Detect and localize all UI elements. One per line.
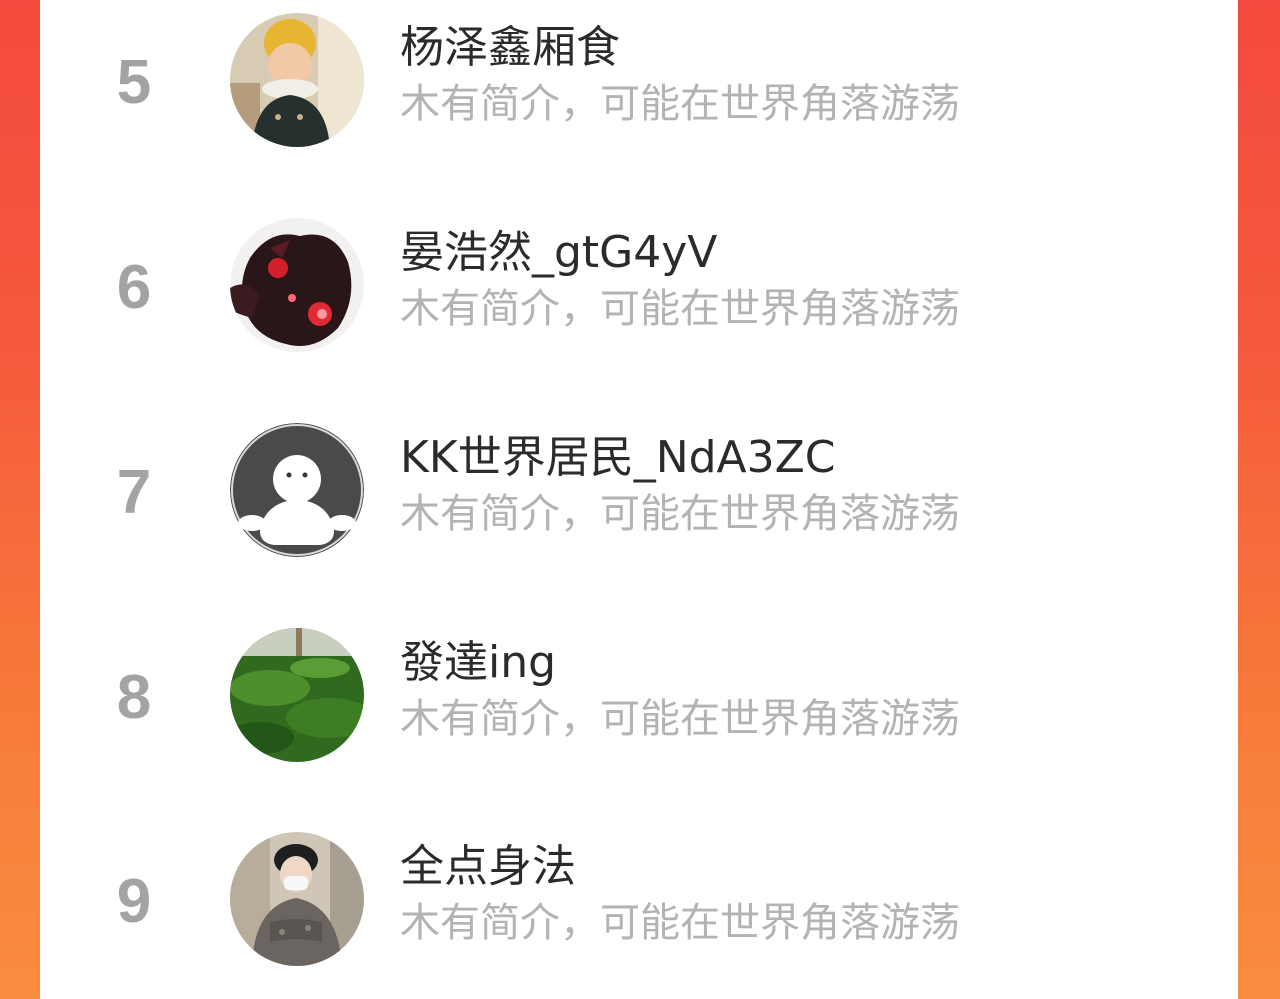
ranking-row[interactable]: 8 發達ing 木有简介，可能在世界角落游荡: [40, 615, 1238, 775]
user-name: 全点身法: [400, 841, 576, 892]
ranking-panel: 5 杨泽鑫厢食 木有简介，可能在世界角落游荡 6 晏浩然_gtG4yV 木有简介…: [40, 0, 1238, 999]
user-bio: 木有简介，可能在世界角落游荡: [400, 696, 960, 742]
user-bio: 木有简介，可能在世界角落游荡: [400, 491, 960, 537]
user-name: 發達ing: [400, 637, 557, 688]
masked-person-avatar[interactable]: [230, 832, 364, 966]
default-ghost-avatar[interactable]: [230, 423, 364, 557]
user-name: 晏浩然_gtG4yV: [400, 227, 718, 278]
user-name: KK世界居民_NdA3ZC: [400, 432, 836, 483]
ranking-row[interactable]: 6 晏浩然_gtG4yV 木有简介，可能在世界角落游荡: [40, 205, 1238, 365]
rank-number: 8: [116, 663, 152, 732]
baby-photo-avatar[interactable]: [230, 13, 364, 147]
ranking-row[interactable]: 7 KK世界居民_NdA3ZC 木有简介，可能在世界角落游荡: [40, 410, 1238, 570]
ranking-row[interactable]: 5 杨泽鑫厢食 木有简介，可能在世界角落游荡: [40, 0, 1238, 160]
dark-art-avatar[interactable]: [230, 218, 364, 352]
grass-lawn-avatar[interactable]: [230, 628, 364, 762]
user-bio: 木有简介，可能在世界角落游荡: [400, 81, 960, 127]
rank-number: 7: [116, 458, 152, 527]
rank-number: 9: [116, 867, 152, 936]
user-name: 杨泽鑫厢食: [400, 22, 620, 73]
user-bio: 木有简介，可能在世界角落游荡: [400, 286, 960, 332]
ranking-list: 5 杨泽鑫厢食 木有简介，可能在世界角落游荡 6 晏浩然_gtG4yV 木有简介…: [40, 0, 1238, 999]
user-bio: 木有简介，可能在世界角落游荡: [400, 900, 960, 946]
rank-number: 5: [116, 48, 152, 117]
rank-number: 6: [116, 253, 152, 322]
ranking-row[interactable]: 9 全点身法 木有简介，可能在世界角落游荡: [40, 819, 1238, 979]
